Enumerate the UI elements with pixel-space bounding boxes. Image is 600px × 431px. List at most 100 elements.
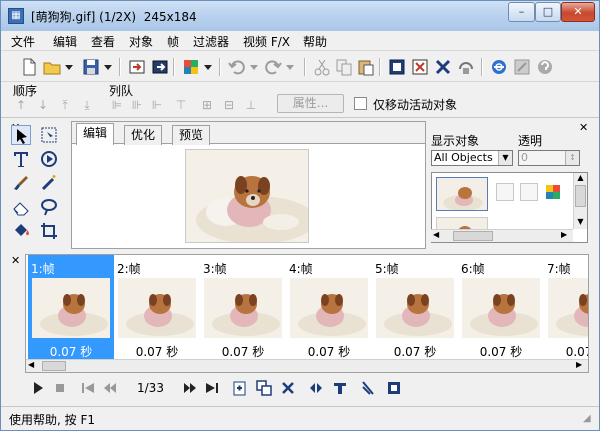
move-top-icon[interactable]: ⤒	[57, 98, 73, 112]
next-frame-icon[interactable]	[181, 379, 199, 397]
align-center-icon[interactable]: ⊪	[129, 98, 145, 112]
redo-icon[interactable]	[263, 57, 283, 77]
move-down-icon[interactable]: ↓	[35, 98, 51, 112]
menu-frame[interactable]: 帧	[167, 33, 179, 50]
dropdown-arrow-icon[interactable]	[102, 57, 114, 77]
menu-file[interactable]: 文件	[11, 33, 35, 50]
color-palette-icon[interactable]	[546, 185, 560, 199]
lasso-tool-icon[interactable]	[39, 197, 59, 217]
align-right-icon[interactable]: ⊩	[149, 98, 165, 112]
previous-frame-icon[interactable]	[101, 379, 119, 397]
close-button[interactable]: ✕	[561, 2, 595, 22]
tab-bar: 编辑 优化 预览	[72, 122, 425, 145]
help-icon[interactable]	[535, 57, 555, 77]
copy-icon[interactable]	[334, 57, 354, 77]
object-thumbnail[interactable]	[436, 177, 488, 211]
menu-view[interactable]: 查看	[91, 33, 115, 50]
toolbar-separator	[219, 58, 221, 76]
spinner-arrows-icon: ↕	[565, 151, 579, 165]
align-middle-icon[interactable]: ⊞	[199, 98, 215, 112]
tab-preview[interactable]: 预览	[172, 125, 211, 145]
color-palette-icon[interactable]	[181, 57, 201, 77]
align-top-icon[interactable]: ⊤	[173, 98, 189, 112]
brush-tool-icon[interactable]	[11, 173, 31, 193]
crop-tool-icon[interactable]	[39, 221, 59, 241]
toolbar-separator	[119, 58, 121, 76]
dropdown-arrow-icon[interactable]	[63, 57, 75, 77]
menu-edit[interactable]: 编辑	[53, 33, 77, 50]
move-active-only-checkbox[interactable]	[354, 97, 367, 110]
stop-icon[interactable]	[51, 379, 69, 397]
reverse-frames-icon[interactable]	[307, 379, 325, 397]
align-left-icon[interactable]: ⊫	[109, 98, 125, 112]
show-objects-select[interactable]: All Objects ▼	[431, 150, 513, 166]
crossfade-icon[interactable]	[359, 379, 377, 397]
frame-thumb-7[interactable]: 7:帧 0.07 秒	[544, 255, 588, 359]
menu-object[interactable]: 对象	[129, 33, 153, 50]
tab-edit[interactable]: 编辑	[76, 123, 115, 145]
object-list-hscroll[interactable]: ◀ ▶	[431, 229, 573, 242]
frame-thumb-2[interactable]: 2:帧 0.07 秒	[114, 255, 200, 359]
puppy-thumbnail-image	[443, 187, 483, 210]
resize-grip-icon[interactable]: ◢	[583, 413, 591, 424]
frame-effects-icon[interactable]	[331, 379, 349, 397]
dropdown-arrow-icon[interactable]	[248, 57, 260, 77]
frame-thumb-5[interactable]: 5:帧 0.07 秒	[372, 255, 458, 359]
last-frame-icon[interactable]	[203, 379, 221, 397]
distribute-icon[interactable]: ⊟	[221, 98, 237, 112]
web-preview-icon[interactable]	[489, 57, 509, 77]
export-icon[interactable]	[150, 57, 170, 77]
import-icon[interactable]	[127, 57, 147, 77]
open-folder-icon[interactable]	[42, 57, 62, 77]
properties-button[interactable]: 属性...	[277, 94, 344, 113]
move-up-icon[interactable]: ↑	[13, 98, 29, 112]
menu-filter[interactable]: 过滤器	[193, 33, 229, 50]
object-property-box[interactable]	[496, 183, 514, 201]
image-preview[interactable]	[185, 149, 309, 243]
frame-thumb-3[interactable]: 3:帧 0.07 秒	[200, 255, 286, 359]
play-icon[interactable]	[29, 379, 47, 397]
object-panel-close-icon[interactable]: ✕	[579, 121, 588, 134]
menu-video-fx[interactable]: 视频 F/X	[243, 33, 290, 50]
align-bottom-icon[interactable]: ⊥	[243, 98, 259, 112]
puppy-image	[186, 150, 308, 242]
delete-frame-icon[interactable]	[410, 57, 430, 77]
dropdown-arrow-icon[interactable]	[202, 57, 214, 77]
rotate-icon[interactable]	[456, 57, 476, 77]
new-file-icon[interactable]	[19, 57, 39, 77]
delete-frame-icon[interactable]	[279, 379, 297, 397]
paste-icon[interactable]	[356, 57, 376, 77]
insert-frame-icon[interactable]	[231, 379, 249, 397]
optimize-icon[interactable]	[512, 57, 532, 77]
frame-thumb-4[interactable]: 4:帧 0.07 秒	[286, 255, 372, 359]
maximize-button[interactable]: □	[535, 2, 561, 22]
menu-help[interactable]: 帮助	[303, 33, 327, 50]
frame-properties-icon[interactable]	[385, 379, 403, 397]
pointer-tool-icon[interactable]	[11, 125, 31, 145]
text-tool-icon[interactable]	[11, 149, 31, 169]
undo-icon[interactable]	[227, 57, 247, 77]
play-object-tool-icon[interactable]	[39, 149, 59, 169]
object-property-box[interactable]	[520, 183, 538, 201]
duplicate-frame-icon[interactable]	[255, 379, 273, 397]
move-bottom-icon[interactable]: ⤓	[79, 98, 95, 112]
frame-panel-close-icon[interactable]: ✕	[11, 254, 20, 267]
frame-thumb-1[interactable]: 1:帧 0.07 秒	[28, 255, 114, 359]
magic-wand-tool-icon[interactable]	[39, 173, 59, 193]
cut-icon[interactable]	[312, 57, 332, 77]
frame-strip-hscroll[interactable]: ◀ ▶	[26, 359, 588, 372]
tab-optimize[interactable]: 优化	[124, 125, 163, 145]
add-frame-icon[interactable]	[387, 57, 407, 77]
first-frame-icon[interactable]	[79, 379, 97, 397]
dropdown-arrow-icon[interactable]	[284, 57, 296, 77]
fill-tool-icon[interactable]	[11, 221, 31, 241]
select-area-tool-icon[interactable]	[39, 125, 59, 145]
object-list-vscroll[interactable]: ▲ ▼	[573, 173, 587, 229]
transparency-spinner[interactable]: 0 ↕	[518, 150, 580, 166]
eraser-tool-icon[interactable]	[11, 197, 31, 217]
save-icon[interactable]	[81, 57, 101, 77]
frame-thumb-6[interactable]: 6:帧 0.07 秒	[458, 255, 544, 359]
crop-icon[interactable]	[433, 57, 453, 77]
minimize-button[interactable]: –	[508, 2, 535, 22]
status-bar: 使用帮助, 按 F1 ◢	[1, 406, 599, 430]
